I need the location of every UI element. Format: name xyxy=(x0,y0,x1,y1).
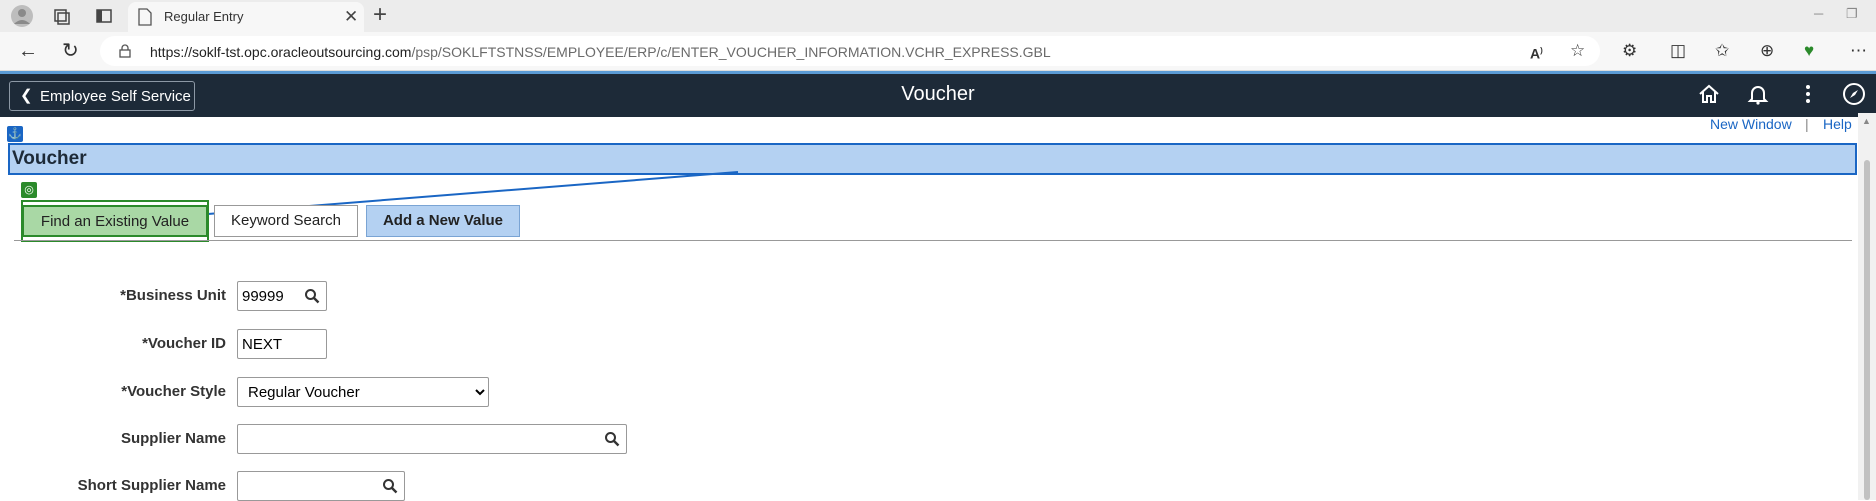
tab-add-new-value[interactable]: Add a New Value xyxy=(366,205,520,237)
focus-target-icon: ◎ xyxy=(21,182,37,198)
tab-keyword-search[interactable]: Keyword Search xyxy=(214,205,358,237)
link-separator: | xyxy=(1805,116,1809,132)
extensions-icon[interactable]: ⚙ xyxy=(1622,42,1637,60)
business-unit-field[interactable]: 99999 xyxy=(237,281,327,311)
browser-tab-title: Regular Entry xyxy=(164,9,244,24)
banner-title: Voucher xyxy=(901,83,975,105)
vertical-tabs-icon[interactable] xyxy=(92,4,116,28)
business-unit-value: 99999 xyxy=(242,288,284,305)
business-unit-label: *Business Unit xyxy=(120,287,226,304)
voucher-id-label: *Voucher ID xyxy=(142,335,226,352)
tab-divider xyxy=(14,240,1852,241)
read-aloud-icon[interactable]: A) xyxy=(1530,42,1543,63)
page-title: Voucher xyxy=(12,148,87,169)
anchor-icon: ⚓ xyxy=(7,126,23,142)
scrollbar-thumb[interactable] xyxy=(1864,160,1870,500)
voucher-id-value: NEXT xyxy=(242,336,283,353)
workspaces-icon[interactable] xyxy=(50,4,74,28)
url-path: /psp/SOKLFTSTNSS/EMPLOYEE/ERP/c/ENTER_VO… xyxy=(411,44,1051,60)
supplier-name-field[interactable] xyxy=(237,424,627,454)
close-tab-icon[interactable]: ✕ xyxy=(344,7,358,27)
voucher-style-label: *Voucher Style xyxy=(121,383,226,400)
tab-find-existing-value[interactable]: Find an Existing Value xyxy=(22,205,208,237)
profile-avatar-icon[interactable] xyxy=(10,4,34,28)
supplier-name-lookup-icon[interactable] xyxy=(604,431,620,447)
split-screen-icon[interactable]: ◫ xyxy=(1670,42,1686,60)
browser-essentials-icon[interactable]: ♥ xyxy=(1804,42,1814,60)
short-supplier-name-lookup-icon[interactable] xyxy=(382,478,398,494)
help-link[interactable]: Help xyxy=(1823,116,1852,132)
new-window-link[interactable]: New Window xyxy=(1710,116,1792,132)
url-host: https://soklf-tst.opc.oracleoutsourcing.… xyxy=(150,44,412,60)
document-icon xyxy=(138,8,152,31)
actions-menu-icon[interactable] xyxy=(1796,82,1820,111)
minimize-icon[interactable]: ─ xyxy=(1814,6,1823,21)
lock-icon[interactable] xyxy=(118,44,132,63)
scroll-up-icon[interactable]: ▲ xyxy=(1862,116,1871,126)
collections-icon[interactable]: ⊕ xyxy=(1760,42,1774,60)
restore-icon[interactable]: ❐ xyxy=(1846,6,1858,22)
browser-tab-strip: Regular Entry ✕ + ─ ❐ xyxy=(0,0,1876,32)
business-unit-lookup-icon[interactable] xyxy=(304,288,320,304)
voucher-id-field[interactable]: NEXT xyxy=(237,329,327,359)
short-supplier-name-field[interactable] xyxy=(237,471,405,501)
url-field[interactable]: https://soklf-tst.opc.oracleoutsourcing.… xyxy=(100,36,1600,66)
more-options-icon[interactable]: ⋯ xyxy=(1850,42,1867,60)
voucher-style-select[interactable]: Regular Voucher xyxy=(237,377,489,407)
refresh-icon[interactable]: ↻ xyxy=(62,41,79,61)
supplier-name-label: Supplier Name xyxy=(120,430,226,447)
browser-tab-active[interactable]: Regular Entry ✕ xyxy=(128,2,364,32)
url-text: https://soklf-tst.opc.oracleoutsourcing.… xyxy=(150,44,1051,60)
favorite-star-icon[interactable]: ☆ xyxy=(1570,42,1585,60)
back-arrow-icon[interactable]: ← xyxy=(18,41,38,61)
new-tab-icon[interactable]: + xyxy=(373,3,387,27)
home-icon[interactable] xyxy=(1697,82,1721,111)
notifications-bell-icon[interactable] xyxy=(1746,82,1770,111)
navbar-compass-icon[interactable] xyxy=(1842,82,1866,111)
favorites-list-icon[interactable]: ✩ xyxy=(1715,42,1729,60)
app-banner: ❮ Employee Self Service Voucher xyxy=(0,71,1876,117)
short-supplier-name-label: Short Supplier Name xyxy=(77,477,226,494)
browser-address-bar: ← ↻ https://soklf-tst.opc.oracleoutsourc… xyxy=(0,32,1876,71)
